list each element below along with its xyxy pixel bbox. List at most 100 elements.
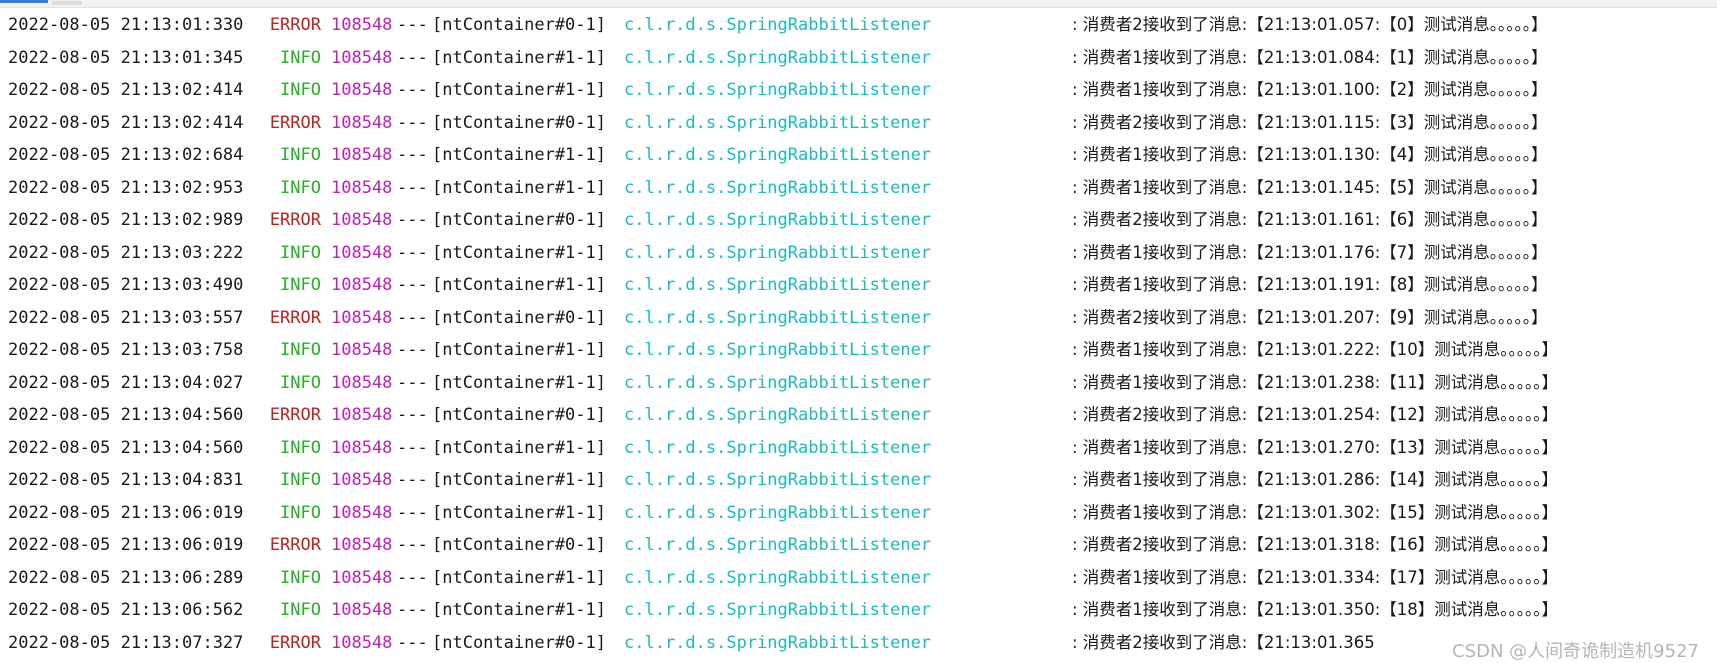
log-message: : 消费者1接收到了消息:【21:13:01.238:【11】测试消息。。。。。… [1072, 372, 1559, 392]
log-thread: [ntContainer#0-1] [432, 307, 606, 328]
log-line[interactable]: 2022-08-05 21:13:01:330 ERROR 108548 --- [nt… [8, 9, 1713, 42]
log-logger: c.l.r.d.s.SpringRabbitListener [624, 47, 932, 68]
log-separator: --- [397, 275, 428, 295]
log-message: : 消费者1接收到了消息:【21:13:01.286:【14】测试消息。。。。。… [1072, 470, 1559, 489]
log-pid: 108548 [331, 502, 393, 523]
log-separator: --- [397, 535, 428, 555]
log-separator: --- [397, 502, 428, 523]
console-output[interactable]: 2022-08-05 21:13:01:330 ERROR 108548 --- [nt… [8, 9, 1713, 663]
active-tab-indicator[interactable] [0, 0, 48, 3]
log-timestamp: 2022-08-05 21:13:06:289 [8, 567, 244, 588]
log-level: INFO [280, 502, 321, 523]
log-level: INFO [280, 470, 321, 490]
log-pid: 108548 [331, 80, 393, 100]
log-message: : 消费者2接收到了消息:【21:13:01.115:【3】测试消息。。。。。】 [1072, 112, 1548, 132]
log-level: INFO [280, 177, 321, 198]
log-timestamp: 2022-08-05 21:13:01:345 [8, 47, 244, 68]
log-logger: c.l.r.d.s.SpringRabbitListener [624, 405, 932, 425]
log-level: ERROR [269, 535, 321, 555]
log-thread: [ntContainer#1-1] [432, 47, 606, 68]
log-separator: --- [397, 210, 428, 230]
log-timestamp: 2022-08-05 21:13:06:019 [8, 535, 244, 555]
log-line[interactable]: 2022-08-05 21:13:06:019 ERROR 108548 --- [nt… [8, 529, 1713, 562]
log-separator: --- [397, 600, 428, 620]
log-level: ERROR [269, 15, 321, 35]
log-separator: --- [397, 567, 428, 588]
log-pid: 108548 [331, 437, 393, 458]
log-level: INFO [280, 340, 321, 360]
log-line[interactable]: 2022-08-05 21:13:02:414 INFO 108548 --- [ntC… [8, 74, 1713, 107]
log-logger: c.l.r.d.s.SpringRabbitListener [624, 535, 932, 555]
log-logger: c.l.r.d.s.SpringRabbitListener [624, 307, 932, 328]
log-line[interactable]: 2022-08-05 21:13:04:831 INFO 108548 --- [ntC… [8, 464, 1713, 497]
log-timestamp: 2022-08-05 21:13:06:562 [8, 600, 244, 620]
log-timestamp: 2022-08-05 21:13:02:953 [8, 177, 244, 198]
log-message: : 消费者1接收到了消息:【21:13:01.084:【1】测试消息。。。。。】 [1072, 47, 1548, 67]
log-line[interactable]: 2022-08-05 21:13:06:019 INFO 108548 --- [ntC… [8, 497, 1713, 530]
inactive-tab[interactable] [52, 1, 82, 5]
log-level: INFO [280, 145, 321, 165]
log-separator: --- [397, 15, 428, 35]
log-pid: 108548 [331, 177, 393, 198]
log-logger: c.l.r.d.s.SpringRabbitListener [624, 80, 932, 100]
log-line[interactable]: 2022-08-05 21:13:02:414 ERROR 108548 --- [nt… [8, 107, 1713, 140]
log-line[interactable]: 2022-08-05 21:13:04:027 INFO 108548 --- [ntC… [8, 367, 1713, 400]
log-timestamp: 2022-08-05 21:13:04:560 [8, 405, 244, 425]
log-line[interactable]: 2022-08-05 21:13:04:560 ERROR 108548 --- [nt… [8, 399, 1713, 432]
log-line[interactable]: 2022-08-05 21:13:03:490 INFO 108548 --- [ntC… [8, 269, 1713, 302]
log-level: ERROR [269, 112, 321, 133]
log-line[interactable]: 2022-08-05 21:13:03:557 ERROR 108548 --- [nt… [8, 302, 1713, 335]
log-separator: --- [397, 177, 428, 198]
watermark: CSDN @人间奇诡制造机9527 [1452, 641, 1699, 662]
log-message: : 消费者1接收到了消息:【21:13:01.302:【15】测试消息。。。。。… [1072, 502, 1559, 522]
log-pid: 108548 [331, 405, 393, 425]
log-separator: --- [397, 307, 428, 328]
log-logger: c.l.r.d.s.SpringRabbitListener [624, 567, 932, 588]
log-level: INFO [280, 437, 321, 458]
log-line[interactable]: 2022-08-05 21:13:04:560 INFO 108548 --- [ntC… [8, 432, 1713, 465]
log-line[interactable]: 2022-08-05 21:13:03:758 INFO 108548 --- [ntC… [8, 334, 1713, 367]
log-thread: [ntContainer#1-1] [432, 177, 606, 198]
log-timestamp: 2022-08-05 21:13:02:989 [8, 210, 244, 230]
log-message: : 消费者2接收到了消息:【21:13:01.254:【12】测试消息。。。。。… [1072, 405, 1559, 424]
log-line[interactable]: 2022-08-05 21:13:02:989 ERROR 108548 --- [nt… [8, 204, 1713, 237]
log-line[interactable]: 2022-08-05 21:13:06:562 INFO 108548 --- [ntC… [8, 594, 1713, 627]
log-thread: [ntContainer#1-1] [432, 275, 606, 295]
log-message: : 消费者1接收到了消息:【21:13:01.334:【17】测试消息。。。。。… [1072, 567, 1559, 587]
log-line[interactable]: 2022-08-05 21:13:03:222 INFO 108548 --- [ntC… [8, 237, 1713, 270]
log-line[interactable]: 2022-08-05 21:13:06:289 INFO 108548 --- [ntC… [8, 562, 1713, 595]
log-message: : 消费者1接收到了消息:【21:13:01.191:【8】测试消息。。。。。】 [1072, 275, 1548, 294]
log-logger: c.l.r.d.s.SpringRabbitListener [624, 470, 932, 490]
log-separator: --- [397, 47, 428, 68]
log-level: ERROR [269, 307, 321, 328]
log-timestamp: 2022-08-05 21:13:04:831 [8, 470, 244, 490]
log-line[interactable]: 2022-08-05 21:13:02:953 INFO 108548 --- [ntC… [8, 172, 1713, 205]
log-level: INFO [280, 275, 321, 295]
log-level: INFO [280, 567, 321, 588]
log-thread: [ntContainer#1-1] [432, 600, 606, 620]
log-logger: c.l.r.d.s.SpringRabbitListener [624, 145, 932, 165]
log-pid: 108548 [331, 535, 393, 555]
log-separator: --- [397, 470, 428, 490]
log-line[interactable]: 2022-08-05 21:13:01:345 INFO 108548 --- [ntC… [8, 42, 1713, 75]
log-separator: --- [397, 112, 428, 133]
log-timestamp: 2022-08-05 21:13:04:027 [8, 372, 244, 393]
log-message: : 消费者2接收到了消息:【21:13:01.318:【16】测试消息。。。。。… [1072, 535, 1559, 554]
log-timestamp: 2022-08-05 21:13:02:414 [8, 80, 244, 100]
tool-window-tab-strip [0, 0, 1717, 8]
log-separator: --- [397, 242, 428, 263]
log-thread: [ntContainer#0-1] [432, 632, 606, 653]
log-pid: 108548 [331, 15, 393, 35]
log-timestamp: 2022-08-05 21:13:02:684 [8, 145, 244, 165]
log-thread: [ntContainer#0-1] [432, 112, 606, 133]
log-line[interactable]: 2022-08-05 21:13:02:684 INFO 108548 --- [ntC… [8, 139, 1713, 172]
log-logger: c.l.r.d.s.SpringRabbitListener [624, 210, 932, 230]
log-message: : 消费者1接收到了消息:【21:13:01.222:【10】测试消息。。。。。… [1072, 340, 1559, 359]
log-separator: --- [397, 405, 428, 425]
log-level: INFO [280, 47, 321, 68]
log-pid: 108548 [331, 112, 393, 133]
log-level: INFO [280, 242, 321, 263]
log-logger: c.l.r.d.s.SpringRabbitListener [624, 502, 932, 523]
log-pid: 108548 [331, 632, 393, 653]
log-level: ERROR [269, 632, 321, 653]
